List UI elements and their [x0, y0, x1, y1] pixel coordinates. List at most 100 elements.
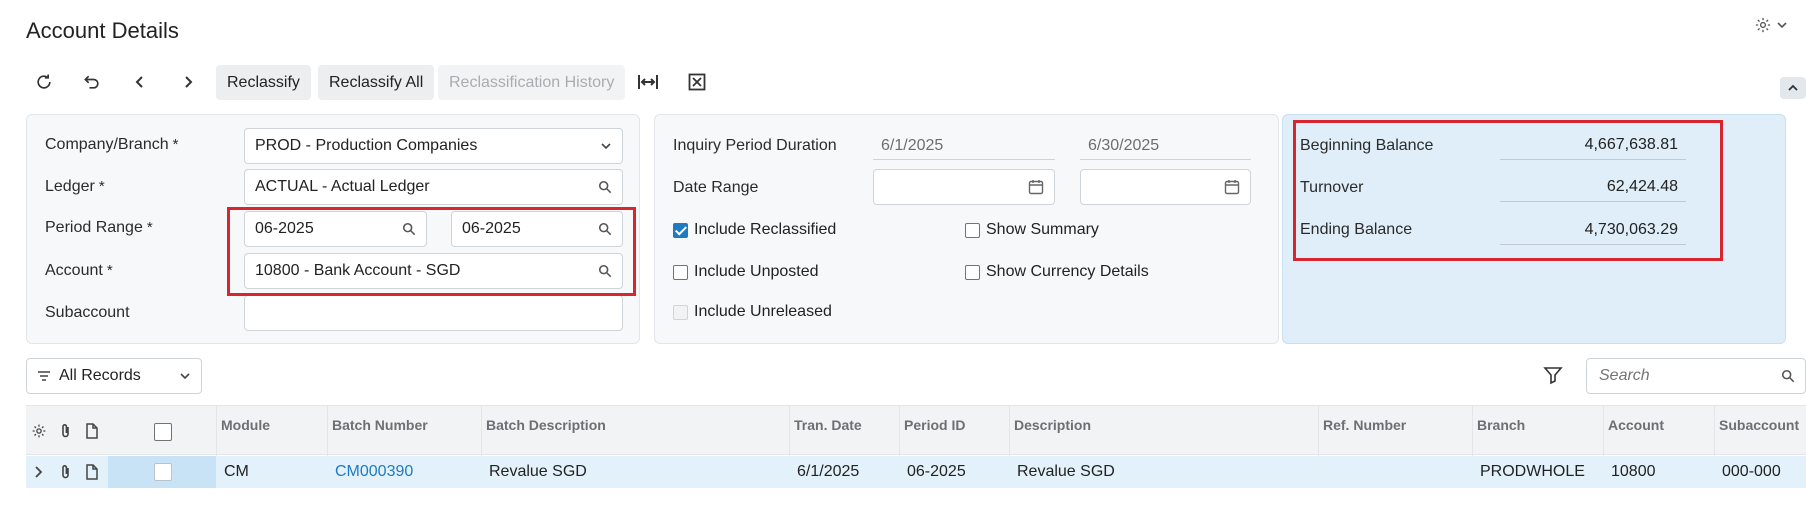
column-ref-number[interactable]: Ref. Number	[1318, 406, 1472, 456]
grid-settings-button[interactable]	[31, 423, 47, 439]
company-branch-value: PROD - Production Companies	[255, 137, 478, 154]
cell-subaccount: 000-000	[1722, 463, 1781, 480]
records-filter-dropdown[interactable]: All Records	[26, 358, 202, 394]
document-icon	[85, 464, 99, 480]
checkbox-disabled	[673, 304, 688, 320]
previous-button[interactable]	[120, 65, 160, 99]
cell-tran-date: 6/1/2025	[797, 463, 860, 480]
column-description[interactable]: Description	[1009, 406, 1318, 456]
funnel-icon	[1543, 365, 1563, 385]
gear-icon	[31, 423, 47, 439]
column-batch-number[interactable]: Batch Number	[327, 406, 481, 456]
search-icon[interactable]	[598, 180, 612, 194]
include-reclassified-checkbox[interactable]: Include Reclassified	[673, 221, 836, 239]
show-summary-checkbox[interactable]: Show Summary	[965, 221, 1099, 239]
cell-ref-number	[1322, 456, 1330, 488]
paperclip-icon	[59, 423, 73, 439]
date-range-label: Date Range	[673, 179, 759, 196]
period-range-label: Period Range *	[45, 219, 153, 236]
ledger-label: Ledger *	[45, 178, 105, 195]
filter-button[interactable]	[1543, 365, 1563, 385]
refresh-button[interactable]	[24, 65, 64, 99]
settings-menu[interactable]	[1754, 16, 1788, 34]
include-unreleased-checkbox: Include Unreleased	[673, 303, 832, 321]
chevron-down-icon	[179, 370, 191, 382]
column-period-id[interactable]: Period ID	[899, 406, 1009, 456]
chevron-down-icon	[600, 140, 612, 152]
chevron-down-icon	[1776, 19, 1788, 31]
cell-module: CM	[224, 463, 249, 480]
row-checkbox[interactable]	[154, 463, 172, 481]
show-currency-details-checkbox[interactable]: Show Currency Details	[965, 263, 1149, 281]
excel-icon	[688, 73, 706, 91]
column-subaccount[interactable]: Subaccount	[1714, 406, 1806, 456]
export-excel-button[interactable]	[677, 65, 717, 99]
cell-batch-description: Revalue SGD	[489, 463, 587, 480]
column-batch-description[interactable]: Batch Description	[481, 406, 789, 456]
search-box[interactable]	[1586, 358, 1806, 394]
calendar-icon[interactable]	[1028, 179, 1044, 195]
fit-width-icon	[637, 73, 659, 91]
search-icon[interactable]	[1781, 369, 1795, 383]
ledger-selector[interactable]: ACTUAL - Actual Ledger	[244, 169, 623, 205]
ledger-value: ACTUAL - Actual Ledger	[255, 178, 430, 195]
checkbox-unchecked[interactable]	[154, 423, 172, 441]
column-branch[interactable]: Branch	[1472, 406, 1603, 456]
row-notes-button[interactable]	[85, 464, 99, 480]
notes-header	[85, 423, 99, 439]
records-filter-label: All Records	[59, 367, 141, 384]
chevron-left-icon	[132, 74, 148, 90]
cell-description: Revalue SGD	[1017, 463, 1115, 480]
date-range-end-input[interactable]	[1080, 169, 1251, 205]
column-account[interactable]: Account	[1603, 406, 1714, 456]
document-icon	[85, 423, 99, 439]
gear-icon	[1754, 16, 1772, 34]
cell-batch-number-link[interactable]: CM000390	[331, 456, 417, 488]
refresh-icon	[34, 72, 54, 92]
grid-header: Module Batch Number Batch Description Tr…	[26, 405, 1806, 456]
column-module[interactable]: Module	[216, 406, 327, 456]
table-row[interactable]: CM CM000390 Revalue SGD 6/1/2025 06-2025…	[26, 456, 1806, 488]
subaccount-label: Subaccount	[45, 304, 130, 321]
chevron-up-icon	[1787, 82, 1799, 94]
chevron-right-icon	[32, 465, 44, 479]
reclassification-history-button[interactable]: Reclassification History	[438, 65, 626, 100]
cell-account: 10800	[1611, 463, 1656, 480]
company-branch-selector[interactable]: PROD - Production Companies	[244, 128, 623, 164]
page-title: Account Details	[26, 18, 179, 43]
calendar-icon[interactable]	[1224, 179, 1240, 195]
collapse-header-button[interactable]	[1780, 77, 1806, 99]
inquiry-period-label: Inquiry Period Duration	[673, 137, 837, 154]
period-start-date: 6/1/2025	[873, 132, 1055, 160]
period-end-date: 6/30/2025	[1080, 132, 1251, 160]
filter-lines-icon	[37, 370, 51, 382]
undo-button[interactable]	[72, 65, 112, 99]
column-tran-date[interactable]: Tran. Date	[789, 406, 899, 456]
balances-highlight	[1293, 120, 1723, 261]
subaccount-field[interactable]	[244, 295, 623, 331]
cell-branch: PRODWHOLE	[1480, 463, 1585, 480]
undo-icon	[82, 72, 102, 92]
include-unposted-checkbox[interactable]: Include Unposted	[673, 263, 819, 281]
chevron-right-icon	[180, 74, 196, 90]
attachments-header	[59, 423, 73, 439]
cell-period-id: 06-2025	[907, 463, 966, 480]
row-attachments-button[interactable]	[59, 464, 73, 480]
row-select-cell[interactable]	[108, 456, 216, 488]
paperclip-icon	[59, 464, 73, 480]
search-input[interactable]	[1597, 366, 1767, 386]
checkbox-unchecked[interactable]	[965, 222, 980, 238]
expand-row-button[interactable]	[32, 465, 44, 479]
checkbox-unchecked[interactable]	[673, 264, 688, 280]
select-all-checkbox[interactable]	[154, 423, 172, 446]
next-button[interactable]	[168, 65, 208, 99]
period-account-highlight	[227, 207, 636, 296]
company-branch-label: Company/Branch *	[45, 136, 179, 153]
reclassify-button[interactable]: Reclassify	[216, 65, 311, 100]
date-range-start-input[interactable]	[873, 169, 1055, 205]
checkbox-checked[interactable]	[673, 222, 688, 238]
checkbox-unchecked[interactable]	[965, 264, 980, 280]
account-label: Account *	[45, 262, 113, 279]
fit-to-screen-button[interactable]	[628, 65, 668, 99]
reclassify-all-button[interactable]: Reclassify All	[318, 65, 435, 100]
